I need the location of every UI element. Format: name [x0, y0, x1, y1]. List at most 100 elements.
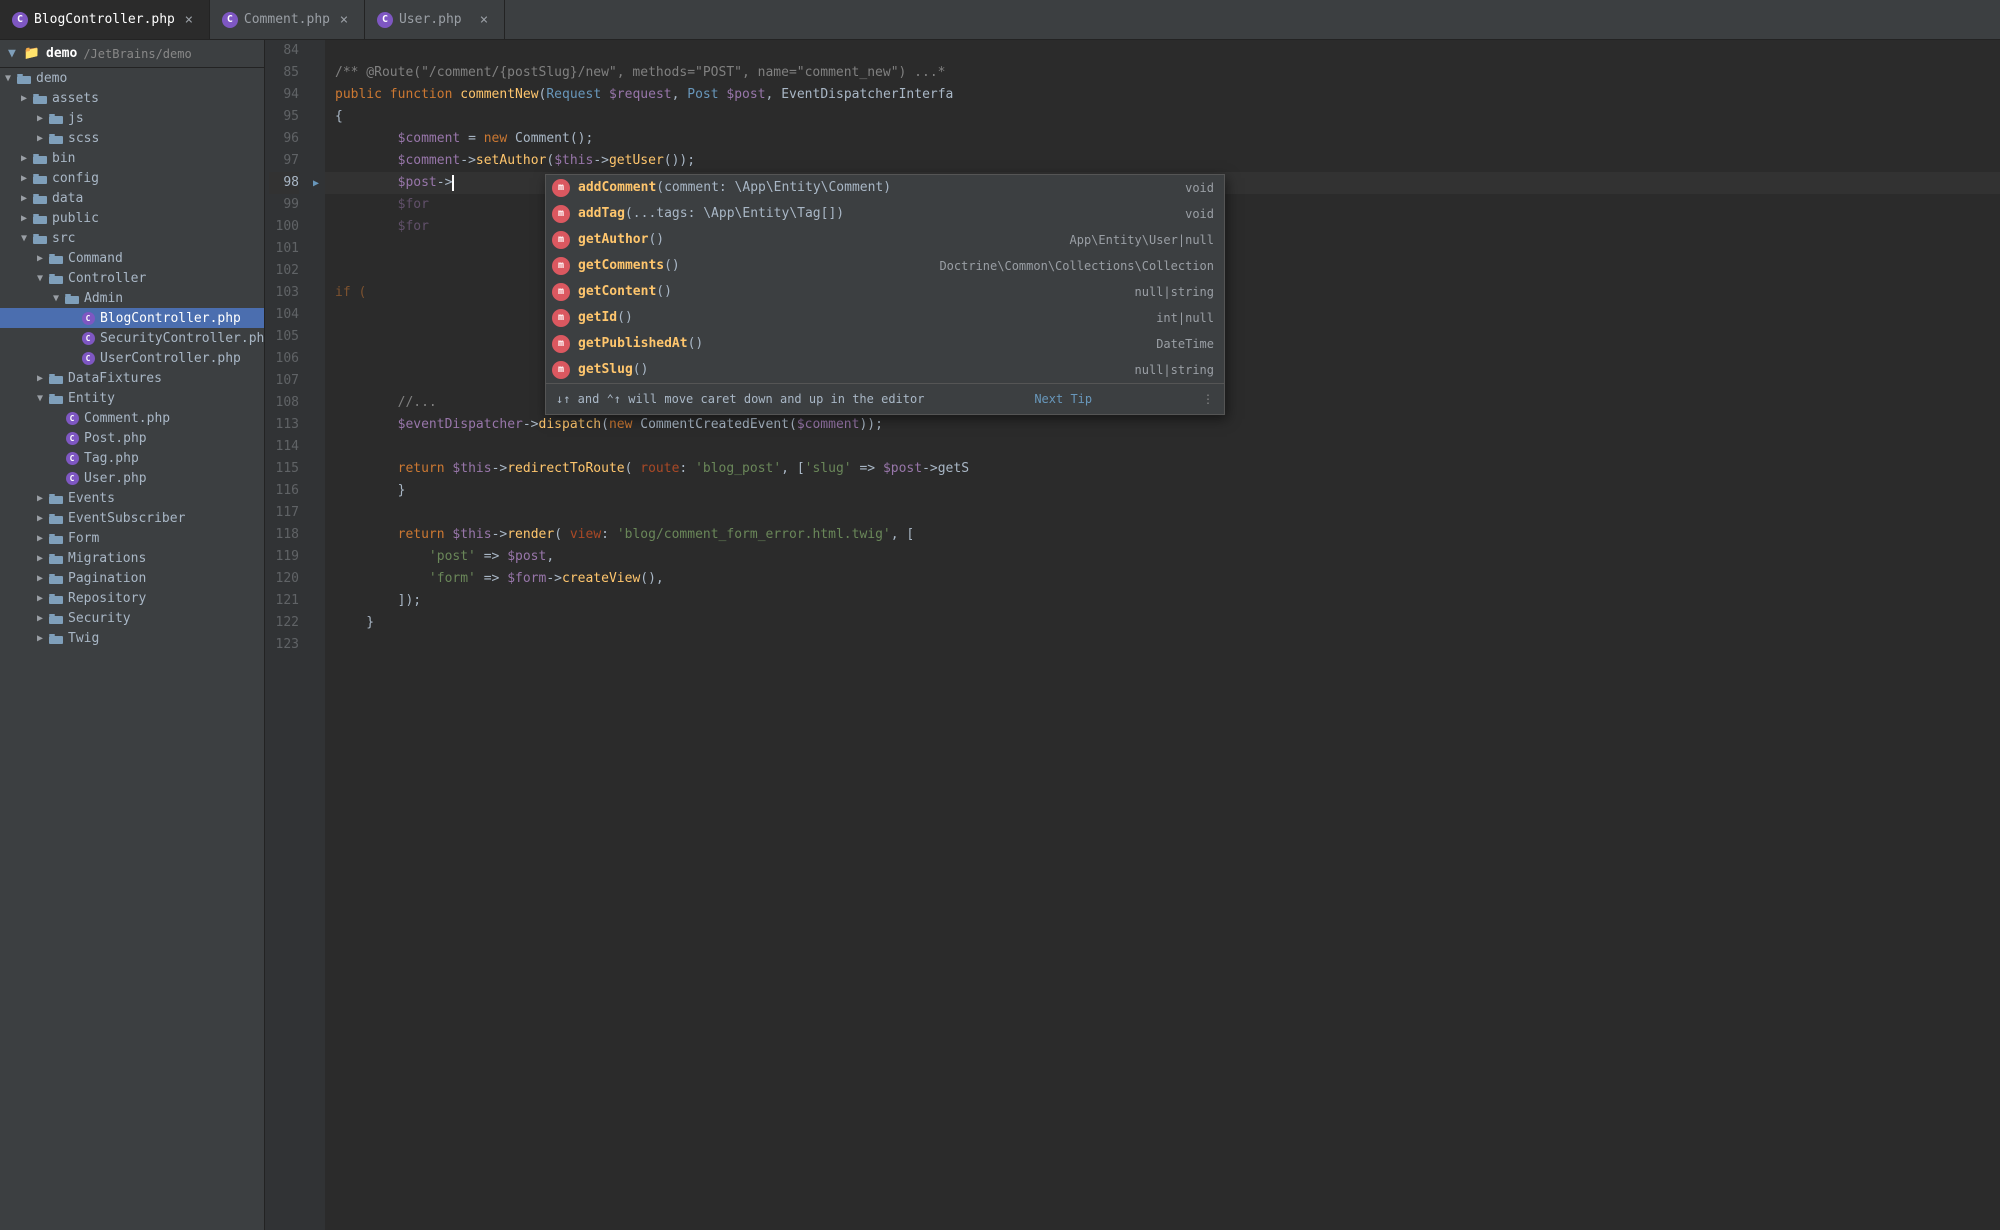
code-area[interactable]: maddComment(comment: \App\Entity\Comment…: [325, 40, 2000, 1230]
autocomplete-item-0[interactable]: maddComment(comment: \App\Entity\Comment…: [546, 175, 1224, 201]
tree-item-label-17: Comment.php: [84, 411, 170, 426]
token-var: $post: [883, 458, 922, 480]
token-plain: ->: [593, 150, 609, 172]
sidebar-tree-item-27[interactable]: ▶Security: [0, 608, 264, 628]
ac-return-type-6: DateTime: [1156, 333, 1214, 355]
sidebar-tree-item-7[interactable]: ▶public: [0, 208, 264, 228]
tree-item-label-23: Form: [68, 531, 99, 546]
tree-item-icon-16: [48, 390, 64, 406]
autocomplete-item-7[interactable]: mgetSlug()null|string: [546, 357, 1224, 383]
token-plain: [335, 128, 398, 150]
ac-method-icon-4: m: [552, 283, 570, 301]
sidebar-tree-item-4[interactable]: ▶bin: [0, 148, 264, 168]
tree-item-icon-12: C: [80, 310, 96, 326]
autocomplete-item-1[interactable]: maddTag(...tags: \App\Entity\Tag[])void: [546, 201, 1224, 227]
tree-item-icon-1: [32, 90, 48, 106]
token-var: $post: [398, 172, 437, 194]
token-plain: ,: [672, 84, 688, 106]
tree-item-label-18: Post.php: [84, 431, 147, 446]
autocomplete-item-3[interactable]: mgetComments()Doctrine\Common\Collection…: [546, 253, 1224, 279]
sidebar-tree-item-1[interactable]: ▶assets: [0, 88, 264, 108]
sidebar-tree-item-2[interactable]: ▶js: [0, 108, 264, 128]
sidebar-tree-item-3[interactable]: ▶scss: [0, 128, 264, 148]
token-plain: ->: [523, 414, 539, 436]
sidebar-tree-item-11[interactable]: ▼Admin: [0, 288, 264, 308]
line-number-101: 101: [269, 238, 299, 260]
autocomplete-item-4[interactable]: mgetContent()null|string: [546, 279, 1224, 305]
token-plain: ->: [460, 150, 476, 172]
ac-method-icon-2: m: [552, 231, 570, 249]
sidebar-tree-item-8[interactable]: ▼src: [0, 228, 264, 248]
token-plain: (: [625, 458, 641, 480]
sidebar-tree-item-22[interactable]: ▶EventSubscriber: [0, 508, 264, 528]
sidebar-tree-item-5[interactable]: ▶config: [0, 168, 264, 188]
code-line-116: }: [325, 480, 2000, 502]
sidebar-tree-item-9[interactable]: ▶Command: [0, 248, 264, 268]
sidebar-tree-item-23[interactable]: ▶Form: [0, 528, 264, 548]
tree-arrow-2: ▶: [32, 110, 48, 126]
sidebar-tree-item-28[interactable]: ▶Twig: [0, 628, 264, 648]
sidebar-tree-item-15[interactable]: ▶DataFixtures: [0, 368, 264, 388]
tree-arrow-11: ▼: [48, 290, 64, 306]
tab-comment-close[interactable]: ×: [336, 12, 352, 28]
tree-item-icon-24: [48, 550, 64, 566]
sidebar-tree-item-20[interactable]: CUser.php: [0, 468, 264, 488]
sidebar-tree-item-21[interactable]: ▶Events: [0, 488, 264, 508]
tab-blog-controller[interactable]: C BlogController.php ×: [0, 0, 210, 39]
tree-arrow-25: ▶: [32, 570, 48, 586]
sidebar-tree-item-12[interactable]: CBlogController.php: [0, 308, 264, 328]
tab-blog-controller-close[interactable]: ×: [181, 12, 197, 28]
autocomplete-item-2[interactable]: mgetAuthor()App\Entity\User|null: [546, 227, 1224, 253]
line-number-116: 116: [269, 480, 299, 502]
sidebar-tree-item-24[interactable]: ▶Migrations: [0, 548, 264, 568]
project-header: ▼ 📁 demo /JetBrains/demo: [0, 40, 264, 68]
tree-item-icon-26: [48, 590, 64, 606]
sidebar-tree-item-17[interactable]: C Comment.php: [0, 408, 264, 428]
token-plain: [335, 568, 429, 590]
tree-arrow-3: ▶: [32, 130, 48, 146]
line-number-121: 121: [269, 590, 299, 612]
token-var: $for: [398, 194, 429, 216]
tab-user-close[interactable]: ×: [476, 12, 492, 28]
sidebar[interactable]: ▼ 📁 demo /JetBrains/demo ▼demo▶assets▶js…: [0, 40, 265, 1230]
sidebar-tree-item-26[interactable]: ▶Repository: [0, 588, 264, 608]
sidebar-tree-item-6[interactable]: ▶data: [0, 188, 264, 208]
tab-comment[interactable]: C Comment.php ×: [210, 0, 365, 39]
autocomplete-item-5[interactable]: mgetId()int|null: [546, 305, 1224, 331]
token-plain: (: [546, 150, 554, 172]
sidebar-tree-item-19[interactable]: CTag.php: [0, 448, 264, 468]
tab-comment-label: Comment.php: [244, 12, 330, 27]
tree-item-label-26: Repository: [68, 591, 146, 606]
sidebar-tree-item-14[interactable]: CUserController.php: [0, 348, 264, 368]
token-str: 'blog/comment_form_error.html.twig': [617, 524, 891, 546]
token-plain: ->: [492, 458, 508, 480]
sidebar-tree-item-16[interactable]: ▼Entity: [0, 388, 264, 408]
autocomplete-popup[interactable]: maddComment(comment: \App\Entity\Comment…: [545, 174, 1225, 415]
tab-user[interactable]: C User.php ×: [365, 0, 505, 39]
sidebar-tree-item-18[interactable]: CPost.php: [0, 428, 264, 448]
autocomplete-item-6[interactable]: mgetPublishedAt()DateTime: [546, 331, 1224, 357]
ac-method-label-7: getSlug(): [578, 359, 1127, 381]
line-number-98: 98: [269, 172, 299, 194]
tree-item-icon-19: C: [64, 450, 80, 466]
token-plain: ->: [546, 568, 562, 590]
line-number-105: 105: [269, 326, 299, 348]
sidebar-tree-item-13[interactable]: CSecurityController.php: [0, 328, 264, 348]
sidebar-tree-item-0[interactable]: ▼demo: [0, 68, 264, 88]
tree-item-icon-2: [48, 110, 64, 126]
token-plain: {: [335, 106, 343, 128]
token-comment: //...: [398, 392, 437, 414]
tree-item-icon-5: [32, 170, 48, 186]
token-fn: commentNew: [460, 84, 538, 106]
code-line-120: 'form' => $form->createView(),: [325, 568, 2000, 590]
tree-item-icon-17: C: [64, 410, 80, 426]
sidebar-tree-item-25[interactable]: ▶Pagination: [0, 568, 264, 588]
autocomplete-next-tip[interactable]: Next Tip: [1034, 388, 1092, 410]
token-plain: (: [554, 524, 570, 546]
line-numbers: 8485949596979899100101102103104105106107…: [265, 40, 307, 1230]
ac-method-icon-5: m: [552, 309, 570, 327]
tree-item-icon-0: [16, 70, 32, 86]
tree-item-icon-14: C: [80, 350, 96, 366]
sidebar-tree-item-10[interactable]: ▼Controller: [0, 268, 264, 288]
token-kw: return: [398, 524, 445, 546]
